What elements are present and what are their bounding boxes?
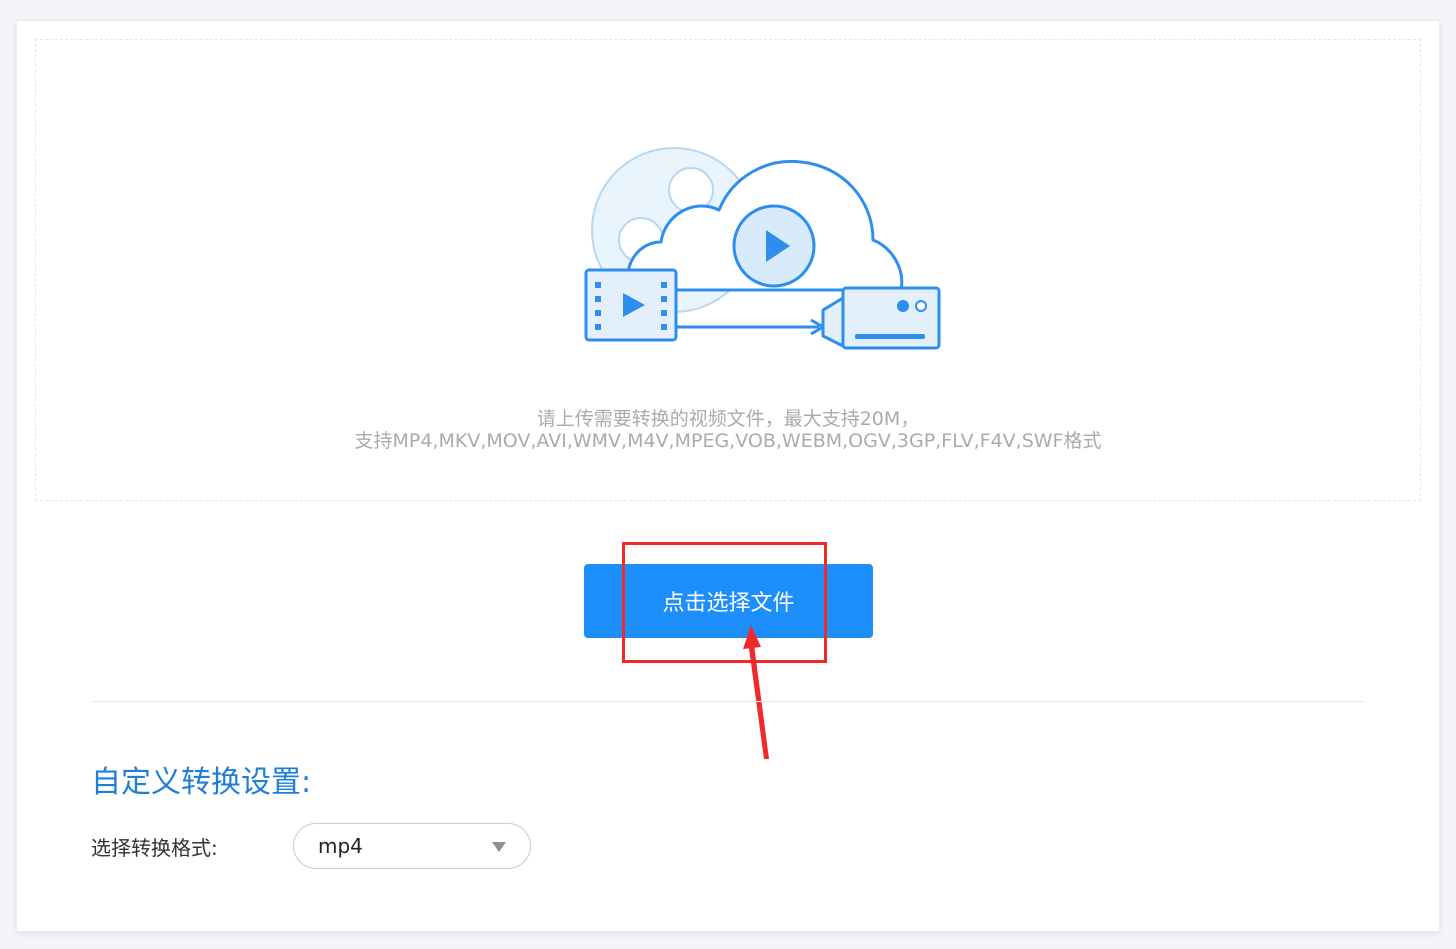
caret-down-icon <box>492 842 506 852</box>
format-select-value: mp4 <box>318 834 363 858</box>
section-divider <box>91 701 1365 702</box>
upload-dropzone[interactable]: 请上传需要转换的视频文件，最大支持20M， 支持MP4,MKV,MOV,AVI,… <box>35 39 1421 501</box>
upload-hint-line-2: 支持MP4,MKV,MOV,AVI,WMV,M4V,MPEG,VOB,WEBM,… <box>354 430 1102 452</box>
cloud-video-upload-illustration <box>584 147 941 350</box>
converter-card: 请上传需要转换的视频文件，最大支持20M， 支持MP4,MKV,MOV,AVI,… <box>16 20 1440 932</box>
format-select[interactable]: mp4 <box>293 823 531 869</box>
select-file-button[interactable]: 点击选择文件 <box>584 564 873 638</box>
upload-hint-line-1: 请上传需要转换的视频文件，最大支持20M， <box>536 408 920 430</box>
upload-hint: 请上传需要转换的视频文件，最大支持20M， 支持MP4,MKV,MOV,AVI,… <box>36 408 1420 452</box>
settings-title: 自定义转换设置: <box>91 765 312 800</box>
format-label: 选择转换格式: <box>91 836 218 860</box>
